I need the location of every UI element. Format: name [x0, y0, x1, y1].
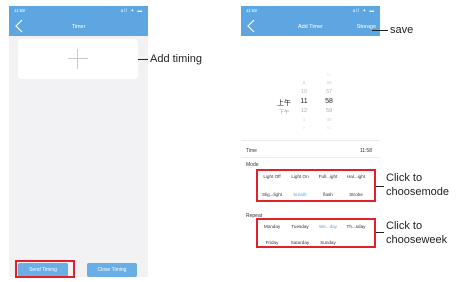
divider: [241, 140, 380, 141]
mode-annotation-line1: Click to: [386, 172, 423, 184]
page-title: Timer: [71, 24, 86, 30]
picker-row: 55: [326, 72, 332, 77]
send-timing-highlight: [15, 260, 75, 278]
time-value: 11:58: [359, 148, 372, 154]
picker-row: 9 56: [302, 80, 332, 85]
timer-screen: 11:58 all ✦ ▬ Timer Send Timing Close Ti…: [9, 6, 148, 277]
mode-label: Mode: [246, 162, 259, 168]
week-pointer: [376, 232, 384, 233]
chevron-left-icon[interactable]: [14, 19, 28, 33]
picker-row: 2 01: [302, 125, 332, 130]
close-timing-button[interactable]: Close Timing: [87, 263, 137, 277]
mode-highlight: [256, 169, 376, 202]
time-label: Time: [246, 148, 257, 154]
status-time: 11:58: [246, 8, 257, 13]
plus-icon: [68, 58, 88, 59]
week-annotation-line2: chooseweek: [386, 234, 448, 246]
page-title: Add Timer: [297, 24, 324, 30]
add-timing-card[interactable]: [18, 39, 138, 79]
status-bar: 11:58 all ✦ ▬: [241, 6, 380, 17]
time-picker[interactable]: 55 9 56 10 57 上午 11 58 下午 12 59 1 00 2 0…: [241, 66, 380, 136]
repeat-highlight: [256, 218, 376, 248]
divider: [241, 157, 380, 158]
picker-row-selected: 上午 11 58: [277, 98, 333, 107]
add-timer-header: 11:58 all ✦ ▬ Add Timer Storage: [241, 6, 380, 36]
status-icons: all ✦ ▬: [352, 8, 375, 13]
picker-row: 10 57: [301, 89, 332, 95]
week-annotation-line1: Click to: [386, 220, 423, 232]
mode-pointer: [376, 186, 384, 187]
plus-icon-vertical: [77, 49, 78, 69]
status-icons: all ✦ ▬: [120, 8, 143, 13]
picker-row: 下午 12 59: [278, 108, 332, 116]
add-timing-annotation: Add timing: [150, 53, 202, 65]
mode-annotation-line2: choosemode: [386, 186, 449, 198]
save-pointer: [372, 30, 388, 31]
add-timing-pointer: [138, 59, 148, 60]
status-time: 11:58: [14, 8, 25, 13]
chevron-left-icon[interactable]: [246, 19, 260, 33]
save-annotation: save: [390, 24, 414, 36]
timer-header: 11:58 all ✦ ▬ Timer: [9, 6, 148, 36]
picker-row: 1 00: [302, 117, 332, 122]
status-bar: 11:58 all ✦ ▬: [9, 6, 148, 17]
